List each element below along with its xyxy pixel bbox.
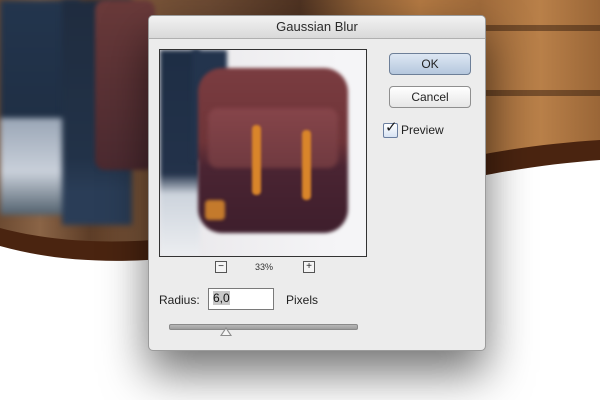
- radius-slider[interactable]: [169, 324, 358, 330]
- preview-backpack-flap: [208, 108, 338, 168]
- preview-strap: [252, 125, 261, 195]
- minus-icon[interactable]: −: [215, 261, 227, 273]
- preview-strap: [302, 130, 311, 200]
- radius-units: Pixels: [286, 293, 319, 307]
- radius-label: Radius:: [159, 293, 200, 307]
- ok-button[interactable]: OK: [389, 53, 471, 75]
- dialog-title: Gaussian Blur: [276, 19, 358, 34]
- zoom-level: 33%: [255, 262, 274, 272]
- radius-slider-handle[interactable]: [219, 327, 232, 336]
- preview-buckle: [205, 200, 225, 220]
- preview-label: Preview: [401, 123, 444, 137]
- preview-window[interactable]: [159, 49, 367, 257]
- plus-icon[interactable]: +: [303, 261, 315, 273]
- dialog-titlebar[interactable]: Gaussian Blur: [149, 16, 485, 39]
- radius-input[interactable]: 6,0: [208, 288, 274, 310]
- gaussian-blur-dialog: Gaussian Blur − 33% + OK Cancel ✓ Previe…: [148, 15, 486, 351]
- preview-checkbox[interactable]: ✓: [383, 119, 398, 138]
- radius-value: 6,0: [213, 291, 230, 305]
- zoom-controls: − 33% +: [159, 261, 365, 275]
- cancel-button[interactable]: Cancel: [389, 86, 471, 108]
- checkmark-icon: ✓: [385, 119, 398, 136]
